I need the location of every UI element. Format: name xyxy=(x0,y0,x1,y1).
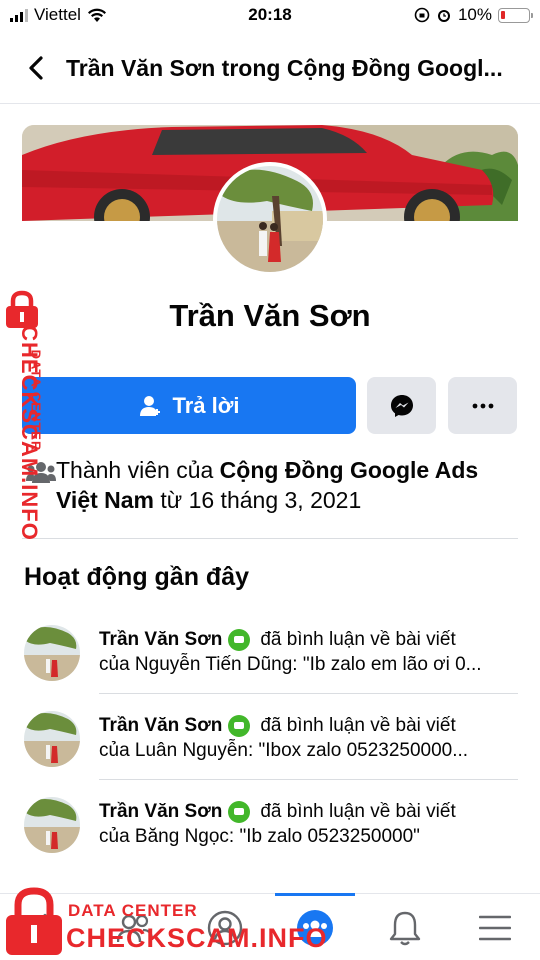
page-title: Trần Văn Sơn trong Cộng Đồng Googl... xyxy=(66,54,503,81)
friends-icon xyxy=(117,914,153,942)
back-button[interactable] xyxy=(16,48,56,88)
reply-button[interactable]: Trả lời xyxy=(22,377,356,434)
comment-icon xyxy=(228,800,251,823)
activity-action: đã bình luận về bài viết xyxy=(260,715,456,736)
tab-menu[interactable] xyxy=(455,894,535,960)
alarm-icon xyxy=(437,10,450,22)
bell-icon xyxy=(389,911,421,945)
status-bar: Viettel 20:18 10% xyxy=(0,0,540,32)
activity-avatar[interactable] xyxy=(24,625,80,681)
divider xyxy=(22,538,518,539)
profile-name: Trần Văn Sơn xyxy=(169,298,371,333)
activity-detail: của Luân Nguyễn: "Ibox zalo 0523250000..… xyxy=(99,740,469,761)
avatar-image xyxy=(217,166,323,272)
activity-action: đã bình luận về bài viết xyxy=(260,629,456,650)
tab-groups[interactable] xyxy=(275,893,355,960)
divider xyxy=(99,779,518,780)
hamburger-menu-icon xyxy=(479,915,511,940)
membership-info: Thành viên của Cộng Đồng Google Ads Việt… xyxy=(26,455,516,515)
divider xyxy=(0,103,540,104)
comment-icon xyxy=(228,714,251,737)
tab-friends[interactable] xyxy=(95,894,175,960)
activity-user[interactable]: Trần Văn Sơn xyxy=(99,713,222,738)
messenger-button[interactable] xyxy=(367,377,436,434)
battery-percent: 10% xyxy=(457,5,492,24)
profile-avatar[interactable] xyxy=(213,162,327,276)
bottom-nav xyxy=(0,893,540,960)
messenger-icon xyxy=(390,394,413,417)
membership-date: từ 16 tháng 3, 2021 xyxy=(154,487,362,513)
activity-avatar[interactable] xyxy=(24,797,80,853)
top-bar: Trần Văn Sơn trong Cộng Đồng Googl... xyxy=(0,38,540,98)
activity-detail: của Băng Ngọc: "Ib zalo 0523250000" xyxy=(99,826,420,847)
activity-detail: của Nguyễn Tiến Dũng: "Ib zalo em lão ơi… xyxy=(99,654,482,675)
more-dots-icon xyxy=(472,403,493,408)
person-icon xyxy=(139,395,160,416)
orientation-lock-icon xyxy=(414,7,430,23)
chevron-left-icon xyxy=(29,56,43,80)
divider xyxy=(99,693,518,694)
membership-prefix: Thành viên của xyxy=(56,457,220,483)
activity-item[interactable]: Trần Văn Sơn đã bình luận về bài viết của… xyxy=(24,711,518,781)
tab-notifications[interactable] xyxy=(365,894,445,960)
recent-activity-heading: Hoạt động gần đây xyxy=(24,563,249,591)
profile-icon xyxy=(207,910,243,945)
watermark-subtext: DATA CENTER xyxy=(28,349,44,452)
tab-home[interactable] xyxy=(5,894,85,960)
comment-icon xyxy=(228,628,251,651)
tab-profile[interactable] xyxy=(185,894,265,960)
activity-user[interactable]: Trần Văn Sơn xyxy=(99,627,222,652)
more-button[interactable] xyxy=(448,377,517,434)
activity-avatar[interactable] xyxy=(24,711,80,767)
battery-icon xyxy=(498,7,533,23)
activity-action: đã bình luận về bài viết xyxy=(260,801,456,822)
home-icon xyxy=(30,913,60,943)
activity-item[interactable]: Trần Văn Sơn đã bình luận về bài viết của… xyxy=(24,625,518,695)
watermark-side: CHECKSCAM.INFO DATA CENTER xyxy=(4,290,56,550)
activity-user[interactable]: Trần Văn Sơn xyxy=(99,799,222,824)
reply-label: Trả lời xyxy=(172,392,240,418)
activity-item[interactable]: Trần Văn Sơn đã bình luận về bài viết của… xyxy=(24,797,518,867)
groups-icon xyxy=(297,909,333,946)
